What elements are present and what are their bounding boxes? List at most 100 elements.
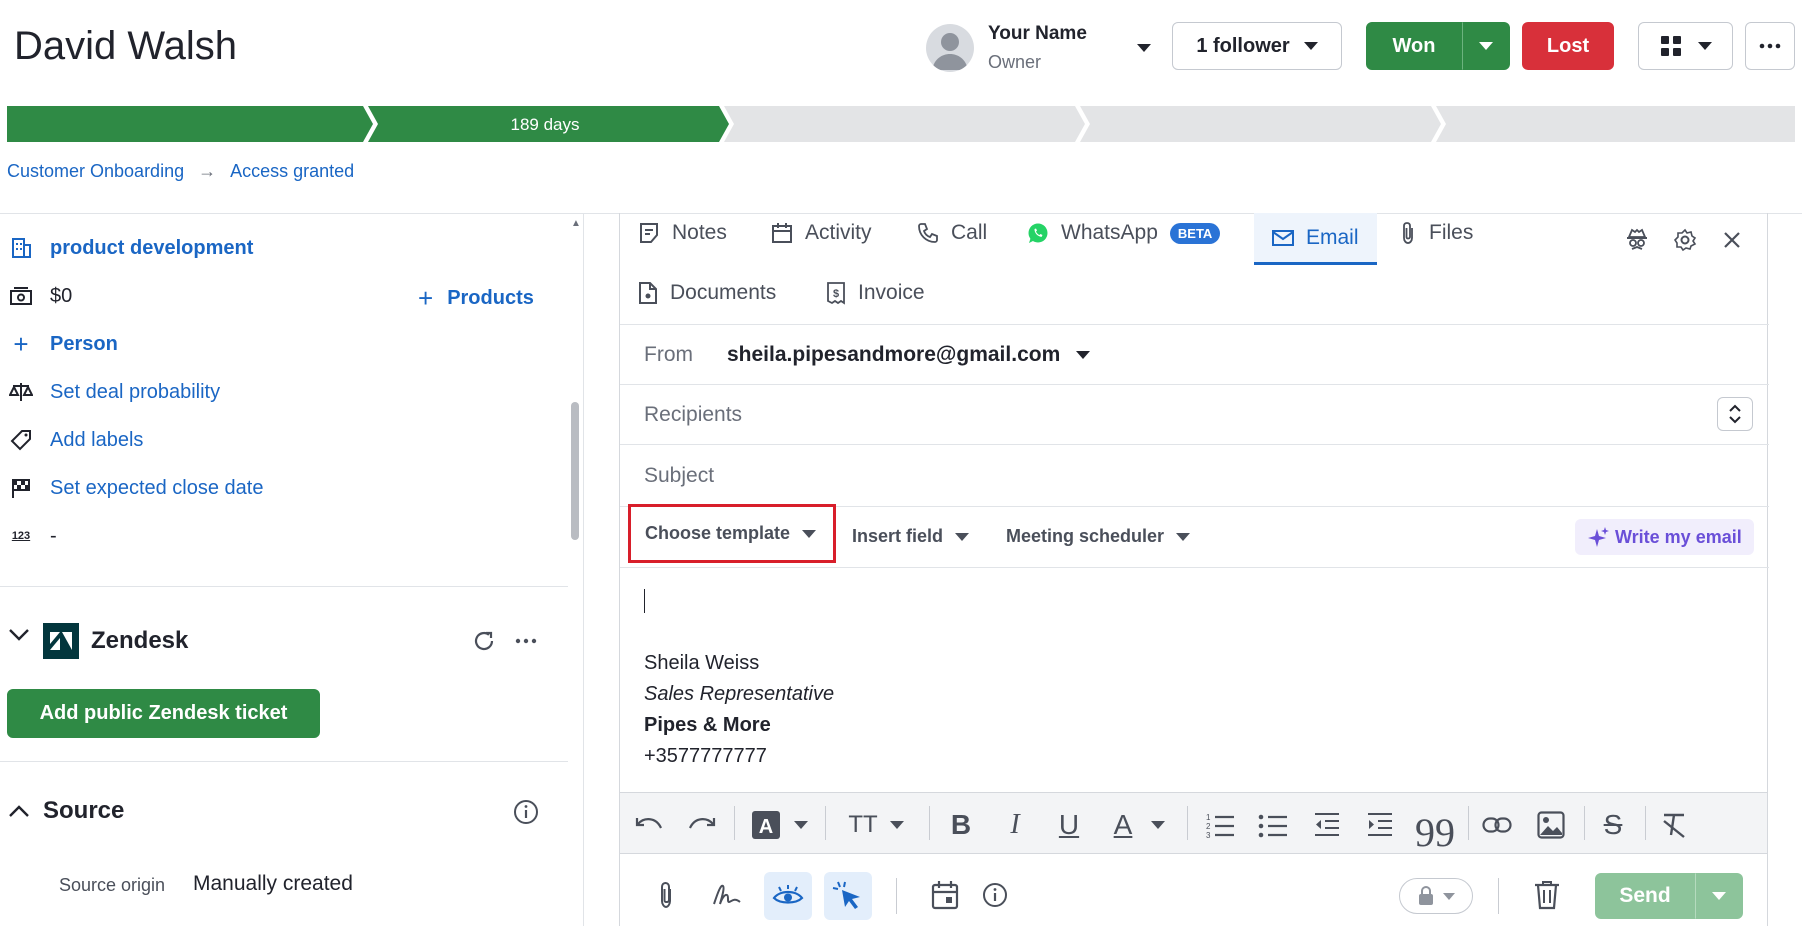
recipients-input[interactable]: Recipients: [644, 403, 742, 427]
cursor-click-icon: [832, 881, 860, 909]
follower-button[interactable]: 1 follower: [1172, 22, 1342, 70]
tab-documents-label: Documents: [670, 281, 777, 304]
chevron-down-icon[interactable]: [1076, 350, 1091, 359]
owner-selector[interactable]: Your Name Owner: [926, 20, 1151, 76]
close-icon[interactable]: [1722, 230, 1742, 250]
set-close-date-link[interactable]: Set expected close date: [50, 477, 263, 500]
breadcrumb-stage[interactable]: Access granted: [230, 161, 354, 182]
send-button[interactable]: Send: [1595, 873, 1695, 919]
scrollbar-thumb[interactable]: [571, 402, 579, 540]
underline-icon[interactable]: U: [1054, 809, 1084, 840]
tab-activity[interactable]: Activity: [771, 221, 872, 245]
recipients-row[interactable]: Recipients: [620, 384, 1769, 444]
close-date-row[interactable]: Set expected close date: [8, 475, 263, 501]
chevron-down-icon[interactable]: [884, 810, 910, 840]
delete-icon[interactable]: [1532, 880, 1562, 910]
choose-template-dropdown[interactable]: Choose template: [628, 504, 836, 563]
meeting-scheduler-dropdown[interactable]: Meeting scheduler: [1006, 526, 1191, 547]
set-probability-link[interactable]: Set deal probability: [50, 381, 220, 404]
redo-icon[interactable]: [687, 810, 717, 840]
image-icon[interactable]: [1536, 810, 1566, 840]
tab-whatsapp[interactable]: WhatsApp BETA: [1027, 221, 1221, 245]
labels-row[interactable]: Add labels: [8, 427, 143, 453]
chevron-down-icon[interactable]: [1145, 810, 1171, 840]
pipeline-stage-4: [1080, 106, 1441, 142]
follower-label: 1 follower: [1196, 34, 1290, 57]
send-options-button[interactable]: [1695, 873, 1743, 919]
notes-icon: [640, 223, 658, 243]
tab-notes[interactable]: Notes: [638, 221, 727, 245]
link-icon[interactable]: [1482, 810, 1512, 840]
undo-icon[interactable]: [634, 810, 664, 840]
source-origin-value[interactable]: Manually created: [193, 872, 353, 896]
tab-documents[interactable]: Documents: [638, 281, 776, 305]
schedule-send-icon[interactable]: [930, 880, 960, 910]
settings-icon[interactable]: [1673, 228, 1697, 252]
tab-files[interactable]: Files: [1399, 221, 1473, 245]
text-style-icon[interactable]: A: [751, 810, 781, 840]
add-person-link[interactable]: Person: [50, 333, 118, 356]
clear-format-icon[interactable]: [1659, 810, 1689, 840]
italic-icon[interactable]: I: [1000, 809, 1030, 840]
subject-input[interactable]: Subject: [644, 464, 714, 488]
strikethrough-icon[interactable]: S: [1598, 809, 1628, 840]
lost-button[interactable]: Lost: [1522, 22, 1614, 70]
info-icon[interactable]: [513, 799, 539, 825]
collapse-zendesk-button[interactable]: [8, 628, 30, 642]
number-field-value[interactable]: -: [50, 525, 57, 548]
phone-icon: [918, 223, 938, 243]
from-address-select[interactable]: sheila.pipesandmore@gmail.com: [727, 343, 1060, 367]
beta-badge: BETA: [1169, 222, 1221, 244]
tag-icon: [8, 427, 34, 453]
outdent-icon[interactable]: [1312, 810, 1342, 840]
toolbar-separator: [1645, 806, 1646, 840]
breadcrumb: Customer Onboarding → Access granted: [7, 161, 354, 182]
numbered-list-icon[interactable]: 123: [1205, 810, 1235, 840]
attach-icon[interactable]: [651, 880, 681, 910]
deal-value[interactable]: $0: [50, 285, 72, 308]
add-products-button[interactable]: + Products: [418, 283, 534, 314]
quote-icon[interactable]: 99: [1415, 810, 1455, 855]
write-my-email-button[interactable]: Write my email: [1575, 519, 1754, 555]
signature-icon[interactable]: [712, 880, 742, 910]
bullet-list-icon[interactable]: [1258, 810, 1288, 840]
refresh-icon[interactable]: [472, 629, 496, 653]
toolbar-separator: [1498, 878, 1499, 914]
scroll-up-icon[interactable]: ▲: [571, 218, 581, 229]
info-icon[interactable]: [980, 880, 1010, 910]
tab-invoice[interactable]: $ Invoice: [826, 281, 925, 305]
collapse-source-button[interactable]: [8, 804, 30, 818]
indent-icon[interactable]: [1365, 810, 1395, 840]
font-size-icon[interactable]: TT: [845, 810, 881, 840]
expand-icon: [1729, 404, 1741, 424]
tab-email[interactable]: Email: [1254, 213, 1377, 265]
person-row[interactable]: + Person: [8, 329, 118, 359]
tracking-eye-button[interactable]: [764, 872, 812, 920]
insert-field-dropdown[interactable]: Insert field: [852, 526, 970, 547]
won-dropdown-button[interactable]: [1462, 22, 1510, 70]
flag-icon: [8, 475, 34, 501]
more-actions-button[interactable]: [1745, 22, 1795, 70]
add-zendesk-ticket-button[interactable]: Add public Zendesk ticket: [7, 689, 320, 738]
zendesk-more-icon[interactable]: [515, 638, 537, 644]
tab-call[interactable]: Call: [917, 221, 987, 245]
add-labels-link[interactable]: Add labels: [50, 429, 143, 452]
privacy-dropdown[interactable]: [1399, 878, 1473, 914]
number-field-row[interactable]: 123 -: [8, 523, 57, 549]
won-button[interactable]: Won: [1366, 22, 1462, 70]
bold-icon[interactable]: B: [946, 809, 976, 840]
expand-recipients-button[interactable]: [1717, 397, 1753, 431]
tracking-click-button[interactable]: [824, 872, 872, 920]
breadcrumb-pipeline[interactable]: Customer Onboarding: [7, 161, 184, 182]
probability-row[interactable]: Set deal probability: [8, 379, 220, 405]
text-color-icon[interactable]: A: [1108, 809, 1138, 840]
email-body-editor[interactable]: [620, 568, 1767, 792]
subject-row[interactable]: Subject: [620, 444, 1769, 506]
organization-link[interactable]: product development: [50, 237, 253, 260]
won-label: Won: [1392, 34, 1436, 57]
source-origin-label: Source origin: [59, 875, 166, 895]
spy-icon[interactable]: [1624, 227, 1650, 253]
pipeline-progress[interactable]: 189 days: [7, 106, 1795, 142]
chevron-down-icon[interactable]: [788, 810, 814, 840]
view-switch-button[interactable]: [1638, 22, 1733, 70]
